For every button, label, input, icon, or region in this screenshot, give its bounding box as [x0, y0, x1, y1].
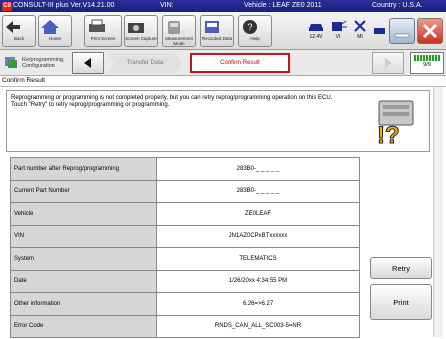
left-arrow-icon [84, 58, 91, 68]
table-row: Vehicle ZE0LEAF [10, 202, 360, 226]
step-transfer-data: Transfer Data [108, 53, 182, 73]
toolbar: Back Home Print Screen Screen Capture Me… [0, 12, 446, 50]
help-icon: ? [243, 20, 257, 34]
app-logo: CII [2, 1, 12, 11]
back-arrow-icon [6, 21, 20, 33]
row-label: Error Code [10, 314, 157, 338]
message-box: Reprogramming or programming is not comp… [6, 90, 430, 152]
home-icon [41, 20, 59, 34]
scrollbar[interactable] [433, 87, 443, 337]
measurement-mode-button[interactable]: Measurement Mode [162, 15, 196, 47]
row-label: Part number after Reprog/programming [10, 157, 157, 181]
help-button[interactable]: ? Help [238, 15, 272, 47]
right-arrow-icon [385, 58, 392, 68]
camera-icon [128, 23, 144, 33]
reprogramming-icon [5, 57, 17, 68]
battery-status: 12.4V [306, 18, 326, 44]
section-title: Confirm Result [2, 77, 45, 84]
table-row: Error Code RNDS_CAN_ALL_SC003-5=NR [10, 314, 360, 338]
row-value: 1/26/20xx 4:34:55 PM [156, 269, 360, 293]
previous-step-button[interactable] [72, 52, 104, 74]
minimize-button[interactable] [389, 18, 415, 44]
row-value: 283B0-_ _ _ _ _ [156, 157, 360, 181]
ecu-warning-icon: !? [377, 100, 414, 149]
battery-small-icon [374, 28, 385, 34]
mi-disconnected-icon [354, 20, 366, 32]
retry-button[interactable]: Retry [370, 257, 432, 279]
row-label: Date [10, 269, 157, 293]
home-button[interactable]: Home [38, 15, 72, 47]
country-label: Country : U.S.A. [372, 2, 423, 9]
row-value: JN1AZ0CPxBTxxxxxx [156, 224, 360, 248]
vehicle-label: Vehicle : LEAF ZE0 2011 [244, 2, 322, 9]
row-value: ZE0LEAF [156, 202, 360, 226]
print-screen-button[interactable]: Print Screen [84, 15, 122, 47]
row-label: Vehicle [10, 202, 157, 226]
svg-text:?: ? [247, 22, 252, 32]
back-button[interactable]: Back [2, 15, 36, 47]
close-button[interactable] [417, 18, 443, 44]
row-label: Current Part Number [10, 179, 157, 203]
table-row: Current Part Number 283B0-_ _ _ _ _ [10, 179, 360, 203]
vi-status: VI [328, 18, 348, 44]
breadcrumb: Re/programming, Configuration [22, 57, 65, 69]
title-bar: CII CONSULT-III plus Ver.V14.21.00 VIN: … [0, 0, 446, 12]
print-button[interactable]: Print [370, 284, 432, 320]
table-row: System TELEMATICS [10, 247, 360, 271]
table-row: Part number after Reprog/programming 283B… [10, 157, 360, 181]
next-step-button[interactable] [372, 52, 404, 74]
recorded-data-button[interactable]: Recorded Data [200, 15, 234, 47]
message-text: Reprogramming or programming is not comp… [11, 95, 333, 108]
vin-label: VIN: [160, 2, 174, 9]
step-bar: Re/programming, Configuration Transfer D… [0, 50, 446, 76]
vi-connected-icon [332, 20, 347, 31]
app-title: CONSULT-III plus Ver.V14.21.00 [13, 2, 115, 9]
step-confirm-result: Confirm Result [190, 53, 290, 73]
table-row: VIN JN1AZ0CPxBTxxxxxx [10, 224, 360, 248]
car-battery-icon [309, 24, 323, 31]
close-icon [422, 23, 438, 39]
screen-capture-button[interactable]: Screen Capture [124, 15, 158, 47]
row-value: TELEMATICS [156, 247, 360, 271]
row-value: 6.26=>6.27 [156, 292, 360, 316]
row-value: 283B0-_ _ _ _ _ [156, 179, 360, 203]
mi-status: MI [350, 18, 370, 44]
printer-icon [89, 19, 105, 32]
minimize-icon [394, 33, 410, 38]
svg-text:!?: !? [377, 122, 400, 149]
row-label: Other information [10, 292, 157, 316]
progress-bars [414, 55, 440, 61]
table-row: Other information 6.26=>6.27 [10, 292, 360, 316]
divider [0, 86, 446, 87]
row-label: VIN [10, 224, 157, 248]
row-value: RNDS_CAN_ALL_SC003-5=NR [156, 314, 360, 338]
recorded-data-icon [205, 21, 219, 33]
result-table: Part number after Reprog/programming 283B… [10, 157, 360, 338]
row-label: System [10, 247, 157, 271]
table-row: Date 1/26/20xx 4:34:55 PM [10, 269, 360, 293]
page-indicator: 9/9 [410, 52, 444, 74]
meter-icon [168, 21, 180, 34]
